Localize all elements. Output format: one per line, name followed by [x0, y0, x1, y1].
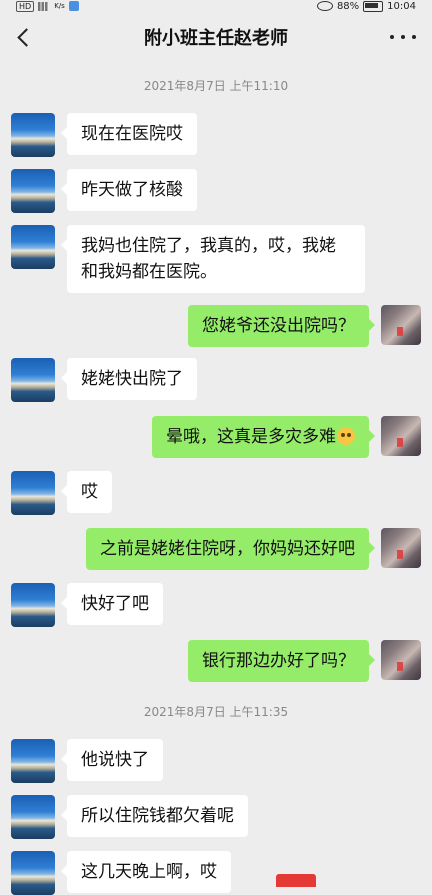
watermark-badge	[276, 874, 316, 887]
message-bubble[interactable]: 之前是姥姥住院呀，你妈妈还好吧	[86, 528, 375, 570]
status-left: HD K/s	[16, 0, 79, 12]
contact-avatar[interactable]	[11, 113, 55, 157]
message-bubble[interactable]: 现在在医院哎	[61, 113, 197, 155]
message-bubble[interactable]: 哎	[61, 471, 112, 513]
contact-avatar[interactable]	[11, 583, 55, 627]
chat-title: 附小班主任赵老师	[144, 28, 288, 49]
hd-badge: HD	[16, 0, 35, 12]
contact-avatar[interactable]	[11, 471, 55, 515]
clock-time: 10:04	[387, 0, 416, 12]
more-dots-icon	[401, 35, 405, 39]
contact-avatar[interactable]	[11, 169, 55, 213]
message-bubble[interactable]: 我妈也住院了，我真的，哎，我姥和我妈都在医院。	[61, 225, 365, 293]
battery-icon	[363, 0, 384, 12]
chevron-left-icon	[16, 27, 36, 47]
contact-avatar[interactable]	[11, 358, 55, 402]
more-dots-icon	[390, 35, 394, 39]
net-speed: K/s	[54, 2, 65, 10]
message-bubble[interactable]: 银行那边办好了吗？	[188, 640, 375, 682]
timestamp: 2021年8月7日 上午11:35	[143, 705, 289, 719]
back-button[interactable]	[10, 24, 36, 50]
message-bubble[interactable]: 您姥爷还没出院吗？	[188, 305, 375, 347]
my-avatar[interactable]	[381, 528, 421, 568]
timestamp: 2021年8月7日 上午11:10	[143, 79, 289, 93]
message-bubble[interactable]: 所以住院钱都欠着呢	[61, 795, 248, 837]
more-dots-icon	[412, 35, 416, 39]
contact-avatar[interactable]	[11, 851, 55, 895]
chat-header: 附小班主任赵老师	[0, 12, 432, 62]
message-bubble[interactable]: 晕哦，这真是多灾多难	[152, 416, 375, 458]
my-avatar[interactable]	[381, 640, 421, 680]
contact-avatar[interactable]	[11, 739, 55, 783]
contact-avatar[interactable]	[11, 795, 55, 839]
my-avatar[interactable]	[381, 305, 421, 345]
status-bar: HD K/s 88% 10:04	[0, 0, 432, 12]
more-button[interactable]	[390, 30, 416, 44]
message-bubble[interactable]: 姥姥快出院了	[61, 358, 197, 400]
wechat-notify-icon	[68, 1, 79, 11]
message-bubble[interactable]: 他说快了	[61, 739, 163, 781]
message-bubble[interactable]: 快好了吧	[61, 583, 163, 625]
status-right: 88% 10:04	[316, 0, 416, 12]
flushed-face-emoji-icon	[337, 427, 355, 445]
message-text: 晕哦，这真是多灾多难	[166, 427, 336, 447]
battery-percent: 88%	[336, 0, 360, 12]
my-avatar[interactable]	[381, 416, 421, 456]
signal-icon	[38, 1, 51, 11]
contact-avatar[interactable]	[11, 225, 55, 269]
eye-icon	[316, 1, 333, 11]
message-bubble[interactable]: 昨天做了核酸	[61, 169, 197, 211]
